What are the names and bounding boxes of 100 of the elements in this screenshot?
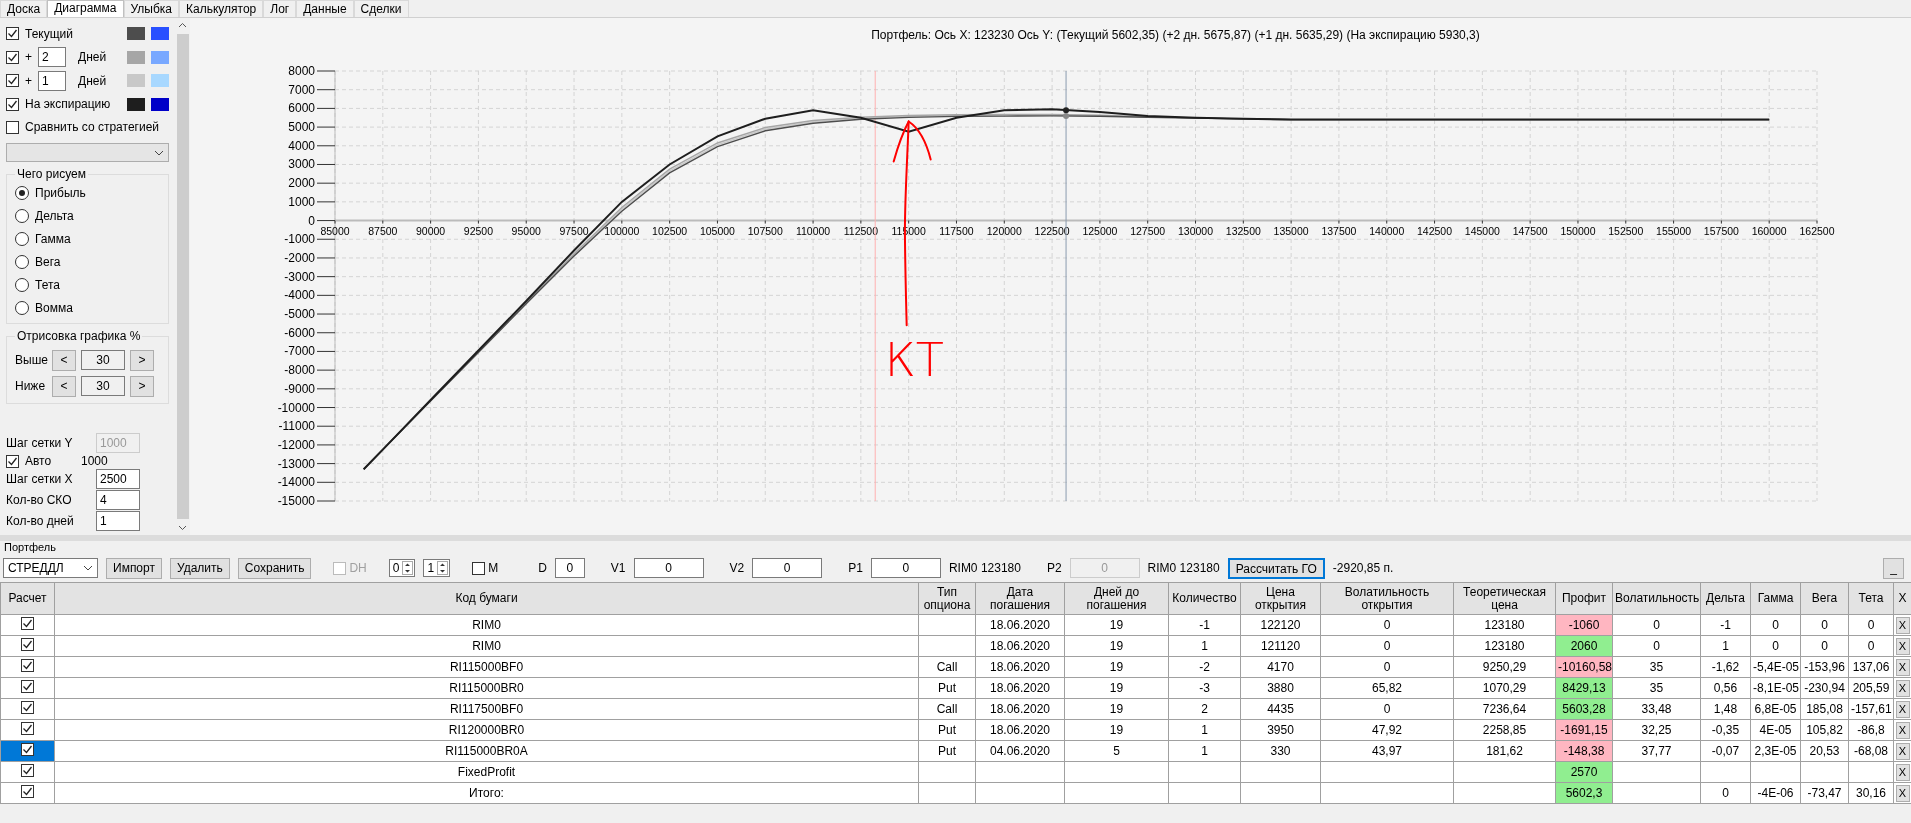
- table-cell: -1,62: [1700, 656, 1751, 678]
- axis-tick-label: 135000: [1273, 224, 1309, 237]
- table-cell: 0: [1848, 614, 1894, 636]
- table-cell: 185,08: [1800, 698, 1849, 720]
- value-label: 1000: [81, 453, 108, 471]
- field-label: V1: [610, 560, 626, 577]
- axis-tick-label: 117500: [939, 224, 974, 237]
- axis-tick-label: 160000: [1751, 224, 1787, 237]
- curve-label: На экспирацию: [25, 96, 111, 114]
- axis-tick-label: -13000: [277, 456, 315, 471]
- table-cell: 2,3E-05: [1750, 740, 1801, 762]
- table-cell: -1: [1168, 614, 1241, 636]
- table-cell: 19: [1064, 698, 1169, 720]
- axis-tick-label: -11000: [278, 419, 315, 434]
- plus-label: +: [25, 49, 32, 67]
- axis-tick-label: 4000: [288, 138, 315, 153]
- table-cell: 33,48: [1612, 698, 1701, 720]
- axis-tick-label: 105000: [699, 224, 735, 237]
- table-cell: 65,82: [1320, 677, 1454, 699]
- table-cell: 18.06.2020: [975, 719, 1065, 741]
- table-cell: 47,92: [1320, 719, 1454, 741]
- status-text: -2920,85 п.: [1332, 560, 1394, 577]
- axis-tick-label: 100000: [604, 224, 640, 237]
- table-cell: RI115000BR0: [54, 677, 919, 699]
- axis-tick-label: 90000: [416, 224, 446, 237]
- axis-tick-label: -2000: [284, 250, 315, 265]
- table-cell: 0,56: [1700, 677, 1751, 699]
- axis-tick-label: 95000: [511, 224, 541, 237]
- field-label: P2: [1046, 560, 1062, 577]
- table-cell: -86,8: [1848, 719, 1894, 741]
- table-cell: 04.06.2020: [975, 740, 1065, 762]
- group-title: Портфель: [4, 541, 56, 553]
- table-cell: 0: [1612, 635, 1701, 657]
- group-title: Отрисовка графика %: [15, 329, 143, 344]
- axis-tick-label: 137500: [1321, 224, 1357, 237]
- axis-tick-label: -8000: [284, 363, 315, 378]
- table-cell: -2: [1168, 656, 1241, 678]
- table-cell: -4E-06: [1750, 782, 1801, 804]
- table-cell: RIM0: [54, 635, 919, 657]
- axis-tick-label: 107500: [747, 224, 783, 237]
- table-cell: -5,4E-05: [1750, 656, 1801, 678]
- table-cell: -3: [1168, 677, 1241, 699]
- radio-label: Вомма: [35, 299, 73, 317]
- table-cell: 3880: [1240, 677, 1321, 699]
- table-cell: -0,07: [1700, 740, 1751, 762]
- table-cell: Put: [918, 719, 976, 741]
- axis-tick-label: 147500: [1512, 224, 1548, 237]
- radio-label: Вега: [35, 253, 61, 271]
- table-cell: 19: [1064, 635, 1169, 657]
- axis-tick-label: 85000: [320, 224, 350, 237]
- table-cell: 2: [1168, 698, 1241, 720]
- axis-tick-label: 142500: [1417, 224, 1453, 237]
- table-cell: -0,35: [1700, 719, 1751, 741]
- status-text: RIM0 123180: [1147, 560, 1220, 577]
- table-cell: 0: [1848, 635, 1894, 657]
- radio-label: Тета: [35, 276, 60, 294]
- axis-tick-label: 130000: [1178, 224, 1214, 237]
- field-label: Шаг сетки Y: [6, 434, 74, 452]
- table-cell: Call: [918, 698, 976, 720]
- field-label: Кол-во СКО: [6, 492, 73, 509]
- table-cell: 123180: [1453, 635, 1556, 657]
- table-cell: 0: [1700, 782, 1751, 804]
- table-cell: 7236,64: [1453, 698, 1556, 720]
- axis-tick-label: 112500: [843, 224, 878, 237]
- table-cell: 35: [1612, 677, 1701, 699]
- axis-tick-label: -15000: [277, 494, 315, 508]
- table-cell: 43,97: [1320, 740, 1454, 762]
- axis-tick-label: 110000: [795, 224, 831, 237]
- table-cell: 5: [1064, 740, 1169, 762]
- axis-tick-label: -4000: [284, 288, 315, 303]
- table-cell: FixedProfit: [54, 761, 919, 783]
- table-cell: 0: [1320, 635, 1454, 657]
- table-cell: RI115000BF0: [54, 656, 919, 678]
- table-cell: 330: [1240, 740, 1321, 762]
- table-cell: 1070,29: [1453, 677, 1556, 699]
- axis-tick-label: -1000: [284, 232, 315, 247]
- plus-label: +: [25, 72, 32, 90]
- axis-tick-label: -12000: [277, 437, 315, 452]
- table-cell: 3950: [1240, 719, 1321, 741]
- table-cell: 19: [1064, 719, 1169, 741]
- dropdown-value: СТРЕДДЛ: [8, 560, 64, 577]
- days-label: Дней: [78, 72, 107, 90]
- radio-label: Гамма: [35, 230, 71, 248]
- table-cell: RI117500BF0: [54, 698, 919, 720]
- table-cell: 0: [1800, 635, 1849, 657]
- table-cell: Call: [918, 656, 976, 678]
- table-cell: 32,25: [1612, 719, 1701, 741]
- table-cell: 18.06.2020: [975, 677, 1065, 699]
- table-cell: 1: [1168, 635, 1241, 657]
- axis-tick-label: 3000: [288, 157, 315, 172]
- axis-tick-label: 132500: [1225, 224, 1261, 237]
- axis-tick-label: -3000: [284, 269, 315, 284]
- field-label: Шаг сетки X: [6, 471, 74, 489]
- table-cell: 2258,85: [1453, 719, 1556, 741]
- table-cell: 137,06: [1848, 656, 1894, 678]
- table-cell: -153,96: [1800, 656, 1849, 678]
- axis-tick-label: 125000: [1082, 224, 1118, 237]
- chart-title: Портфель: Ось X: 123230 Ось Y: (Текущий 5602,35) (+2 дн. 5675,87) (+1 дн. 5635,29) (На экспирацию 5930,3): [871, 27, 1480, 44]
- axis-tick-label: 140000: [1369, 224, 1405, 237]
- field-label: V2: [729, 560, 745, 577]
